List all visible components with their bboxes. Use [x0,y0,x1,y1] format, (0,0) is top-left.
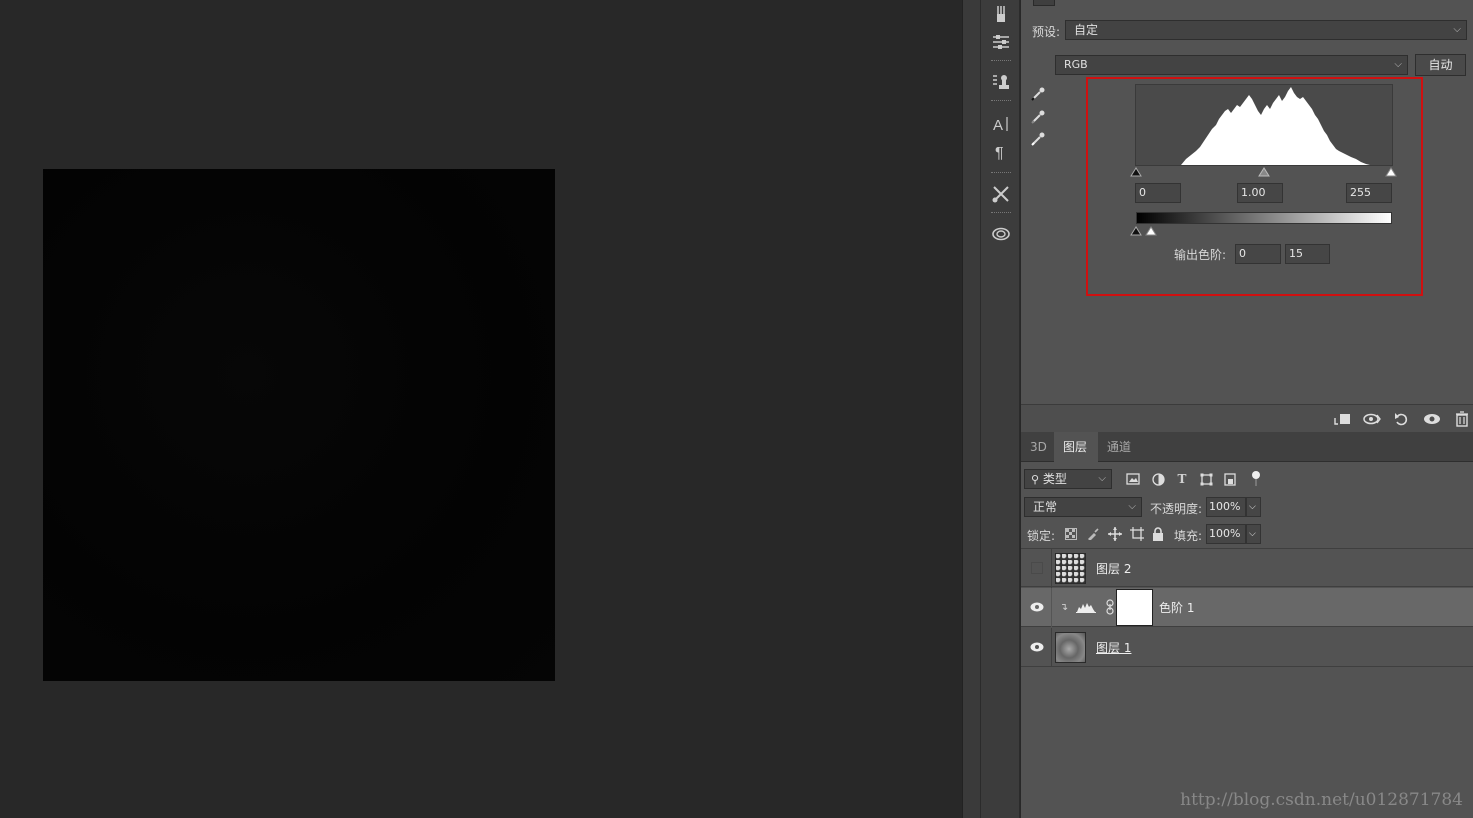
eye-icon[interactable] [1029,639,1045,655]
layer-name[interactable]: 图层 2 [1096,560,1131,577]
opacity-label: 不透明度: [1150,502,1203,516]
brush-presets-icon[interactable] [987,2,1015,26]
channel-dropdown[interactable]: RGB ⌵ [1055,55,1408,75]
search-icon: ⚲ [1031,473,1040,486]
lock-position-icon[interactable] [1107,526,1122,541]
input-level-slider[interactable] [1128,166,1400,178]
layer-thumbnail [1055,553,1086,584]
lock-all-icon[interactable] [1151,526,1165,541]
filter-shape-icon[interactable] [1198,472,1214,486]
adjustments-icon[interactable] [987,30,1015,54]
svg-text:¶: ¶ [995,145,1004,162]
filter-pixel-icon[interactable] [1125,472,1141,486]
reset-icon[interactable] [1388,409,1414,429]
panel-icon-strip: A ¶ [980,0,1020,818]
layer-row-layer1[interactable]: 图层 1 [1021,628,1473,667]
blend-mode-value: 正常 [1033,500,1058,514]
chevron-down-icon: ⌵ [1098,473,1106,484]
clone-source-icon[interactable] [987,70,1015,94]
preset-label: 预设: [1032,25,1061,39]
output-white-field[interactable]: 15 [1285,244,1330,264]
channel-value: RGB [1064,58,1088,71]
lock-artboard-icon[interactable] [1129,526,1144,541]
document-canvas[interactable] [43,169,555,681]
output-black-field[interactable]: 0 [1235,244,1281,264]
input-black-field[interactable]: 0 [1135,183,1181,203]
layer-row-levels1[interactable]: ↴ 色阶 1 [1021,588,1473,627]
panel-grip[interactable] [991,212,1011,214]
panel-grip[interactable] [991,60,1011,62]
gray-point-eyedropper-icon[interactable] [1030,109,1046,125]
input-white-field[interactable]: 255 [1346,183,1392,203]
clip-to-layer-icon[interactable] [1329,409,1355,429]
filter-smart-object-icon[interactable] [1222,472,1238,486]
svg-text:A: A [993,117,1003,134]
layer-thumbnail [1055,632,1086,663]
fill-field[interactable]: 100% [1206,524,1246,544]
panel-collapse-bar[interactable] [962,0,980,818]
black-point-eyedropper-icon[interactable] [1030,86,1046,102]
output-levels-label: 输出色阶: [1174,248,1227,262]
lock-transparent-pixels-icon[interactable] [1064,527,1078,541]
delete-icon[interactable] [1449,409,1473,429]
white-point-eyedropper-icon[interactable] [1030,131,1046,147]
opacity-field[interactable]: 100% [1206,497,1246,517]
chain-link-icon[interactable] [1105,599,1115,615]
levels-adjustment-icon [1075,600,1097,614]
chevron-down-icon: ⌵ [1128,501,1136,512]
panel-grip[interactable] [991,172,1011,174]
preset-dropdown[interactable]: 自定 ⌵ [1065,20,1467,40]
layer-filter-dropdown[interactable]: ⚲ 类型 ⌵ [1024,469,1112,489]
watermark: http://blog.csdn.net/u012871784 [1180,790,1463,810]
paragraph-icon[interactable]: ¶ [987,140,1015,164]
layer-row-layer2[interactable]: 图层 2 [1021,548,1473,588]
filter-toggle-icon[interactable] [1250,469,1262,489]
histogram [1135,84,1393,166]
fill-label: 填充: [1174,529,1203,543]
fill-chevron-icon[interactable]: ⌵ [1246,524,1261,544]
levels-adjustment-icon [1033,0,1055,6]
character-icon[interactable]: A [987,112,1015,136]
libraries-icon[interactable] [987,222,1015,246]
preset-value: 自定 [1074,23,1099,37]
eye-icon[interactable] [1029,599,1045,615]
layer-name[interactable]: 图层 1 [1096,639,1131,656]
lock-image-pixels-icon[interactable] [1086,527,1100,541]
output-gradient-bar [1136,212,1392,224]
layer-name[interactable]: 色阶 1 [1159,599,1194,616]
visibility-off-box[interactable] [1029,560,1045,576]
lock-label: 锁定: [1027,529,1056,543]
tool-presets-icon[interactable] [987,182,1015,206]
tab-channels[interactable]: 通道 [1098,432,1140,462]
tab-3d[interactable]: 3D [1021,432,1056,462]
clipping-arrow-icon: ↴ [1059,601,1069,613]
chevron-down-icon: ⌵ [1453,24,1461,35]
properties-footer [1021,404,1473,432]
auto-button[interactable]: 自动 [1415,54,1466,76]
layers-tab-bar: 3D 图层 通道 [1021,432,1473,462]
layer-mask-thumbnail[interactable] [1116,589,1153,626]
filter-adjustment-icon[interactable] [1150,472,1166,486]
filter-type-icon[interactable]: T [1174,472,1190,486]
chevron-down-icon: ⌵ [1394,59,1402,70]
output-level-slider[interactable] [1128,225,1168,237]
opacity-chevron-icon[interactable]: ⌵ [1246,497,1261,517]
visibility-toggle-icon[interactable] [1419,409,1445,429]
input-gamma-field[interactable]: 1.00 [1237,183,1283,203]
blend-mode-dropdown[interactable]: 正常 ⌵ [1024,497,1142,517]
layer-filter-value: 类型 [1042,472,1067,486]
panel-grip[interactable] [991,100,1011,102]
view-previous-state-icon[interactable] [1359,409,1385,429]
tab-layers[interactable]: 图层 [1054,432,1098,462]
